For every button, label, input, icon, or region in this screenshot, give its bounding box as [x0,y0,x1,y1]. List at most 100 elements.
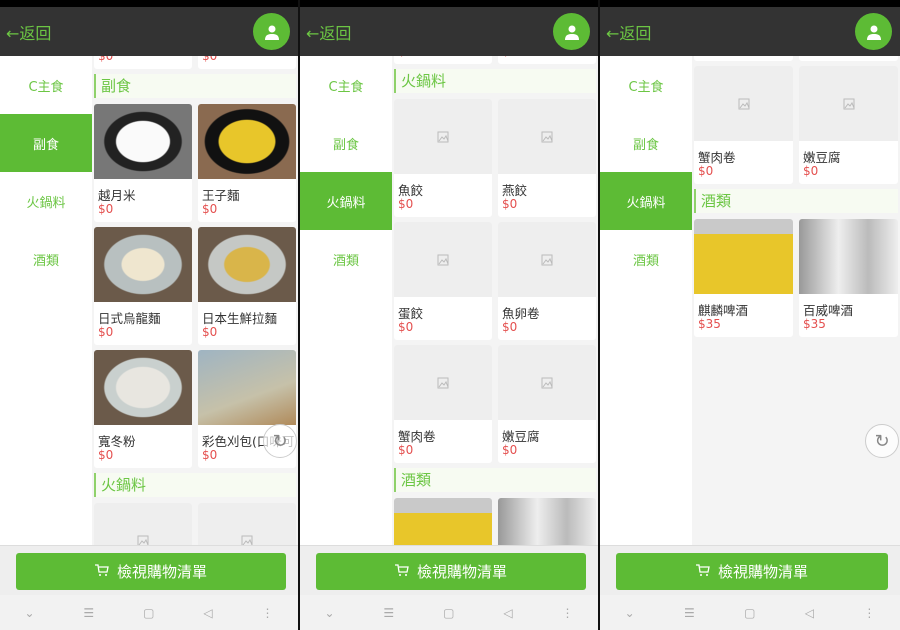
product-card[interactable]: 麒麟啤酒 $35 [394,498,492,545]
sidebar-item[interactable]: 酒類 [300,230,392,288]
back-triangle-icon[interactable]: ◁ [203,606,212,620]
product-card[interactable]: 蟹肉卷 $0 [694,66,793,184]
more-icon[interactable]: ⋮ [863,606,875,620]
product-card[interactable]: 日本生鮮拉麵 $0 [198,227,296,345]
product-card[interactable]: 越月米 $0 [94,104,192,222]
refresh-icon[interactable]: ↻ [865,424,899,458]
chevron-down-icon[interactable]: ⌄ [625,606,635,620]
sidebar-item[interactable]: 副食 [600,114,692,172]
image-placeholder-icon [799,66,898,141]
product-list[interactable]: 寬冬粉 $0 彩色刈包(口味可 $0火鍋料 魚餃 $0 燕餃 $0 蛋餃 $0 … [394,56,598,545]
status-bar [0,0,298,7]
sidebar-item[interactable]: 火鍋料 [0,172,92,230]
more-icon[interactable]: ⋮ [561,606,573,620]
sidebar-item[interactable]: C主食 [0,56,92,114]
product-price: $0 [398,443,414,457]
image-placeholder-icon [198,503,296,545]
user-icon[interactable] [253,13,290,50]
home-square-icon[interactable]: ▢ [143,606,154,620]
product-price: $0 [502,320,518,334]
menu-icon[interactable]: ☰ [83,606,94,620]
sidebar-item[interactable]: 火鍋料 [600,172,692,230]
product-card[interactable]: 寬冬粉 $0 [94,350,192,468]
view-cart-button[interactable]: 檢視購物清單 [316,553,586,590]
sidebar-item[interactable]: 酒類 [0,230,92,288]
product-card[interactable]: 嫩豆腐 $0 [498,345,596,463]
product-name: 蟹肉卷 [698,150,736,164]
product-price: $0 [394,56,492,58]
product-card[interactable]: $0 [94,56,192,69]
back-button[interactable]: ←返回 [306,20,351,44]
home-square-icon[interactable]: ▢ [744,606,755,620]
product-card[interactable]: 百威啤酒 $35 [799,219,898,337]
user-icon[interactable] [553,13,590,50]
bottom-bar: 檢視購物清單 [0,545,298,595]
product-card[interactable]: 魚卵卷 $0 [799,56,898,61]
product-card[interactable]: $0 [198,56,296,69]
back-button[interactable]: ←返回 [6,20,51,44]
product-name: 嫩豆腐 [502,429,540,443]
product-name: 王子麵 [202,188,240,202]
menu-icon[interactable]: ☰ [684,606,695,620]
menu-icon[interactable]: ☰ [383,606,394,620]
sidebar-item[interactable]: 副食 [300,114,392,172]
user-icon[interactable] [855,13,892,50]
product-card[interactable]: 王子麵 $0 [198,104,296,222]
product-card[interactable]: 蛋餃 $0 [694,56,793,61]
product-card[interactable]: 魚餃 $0 [394,99,492,217]
product-card[interactable]: 燕餃 $0 [198,503,296,545]
product-list[interactable]: 蛋餃 $0 魚卵卷 $0 蟹肉卷 $0 嫩豆腐 $0 酒類 麒麟啤酒 $35 百威… [694,56,900,545]
product-price: $0 [698,164,714,178]
product-price: $0 [98,448,114,462]
product-price: $0 [202,325,218,339]
product-card[interactable]: 寬冬粉 $0 [394,56,492,64]
product-card[interactable]: 燕餃 $0 [498,99,596,217]
product-card[interactable]: 嫩豆腐 $0 [799,66,898,184]
product-name: 燕餃 [502,183,528,197]
product-card[interactable]: 蛋餃 $0 [394,222,492,340]
cart-icon [394,563,409,581]
status-bar [600,0,900,7]
product-photo [94,227,192,302]
back-triangle-icon[interactable]: ◁ [503,606,512,620]
sidebar-item[interactable]: 酒類 [600,230,692,288]
home-square-icon[interactable]: ▢ [443,606,454,620]
sidebar-item[interactable]: 火鍋料 [300,172,392,230]
chevron-down-icon[interactable]: ⌄ [324,606,334,620]
section-header: 酒類 [394,468,596,492]
image-placeholder-icon [498,222,596,297]
section-header: 酒類 [694,189,898,213]
view-cart-label: 檢視購物清單 [416,563,507,581]
product-card[interactable]: 百威啤酒 $35 [498,498,596,545]
product-card[interactable]: 魚餃 $0 [94,503,192,545]
product-list[interactable]: $0 $0 副食 越月米 $0 王子麵 $0 日式烏龍麵 $0 日本生鮮拉麵 $0… [94,56,298,545]
product-name: 嫩豆腐 [803,150,841,164]
product-price: $0 [398,320,414,334]
product-name: 蛋餃 [398,306,424,320]
sidebar-item[interactable]: C主食 [300,56,392,114]
chevron-down-icon[interactable]: ⌄ [24,606,34,620]
refresh-icon[interactable]: ↻ [263,424,297,458]
sidebar-item[interactable]: C主食 [600,56,692,114]
product-name: 麒麟啤酒 [698,303,749,317]
back-button[interactable]: ←返回 [606,20,651,44]
cart-icon [695,563,710,581]
product-card[interactable]: 日式烏龍麵 $0 [94,227,192,345]
product-card[interactable]: 魚卵卷 $0 [498,222,596,340]
product-name: 百威啤酒 [803,303,854,317]
status-bar [300,0,598,7]
back-triangle-icon[interactable]: ◁ [805,606,814,620]
view-cart-button[interactable]: 檢視購物清單 [16,553,286,590]
app-header: ←返回 [0,7,298,56]
product-price: $0 [502,197,518,211]
product-card[interactable]: 麒麟啤酒 $35 [694,219,793,337]
product-price: $0 [98,325,114,339]
view-cart-button[interactable]: 檢視購物清單 [616,553,888,590]
image-placeholder-icon [394,222,492,297]
product-card[interactable]: 蟹肉卷 $0 [394,345,492,463]
product-price: $0 [502,443,518,457]
more-icon[interactable]: ⋮ [261,606,273,620]
view-cart-label: 檢視購物清單 [717,563,808,581]
sidebar-item[interactable]: 副食 [0,114,92,172]
product-card[interactable]: 彩色刈包(口味可 $0 [498,56,596,64]
